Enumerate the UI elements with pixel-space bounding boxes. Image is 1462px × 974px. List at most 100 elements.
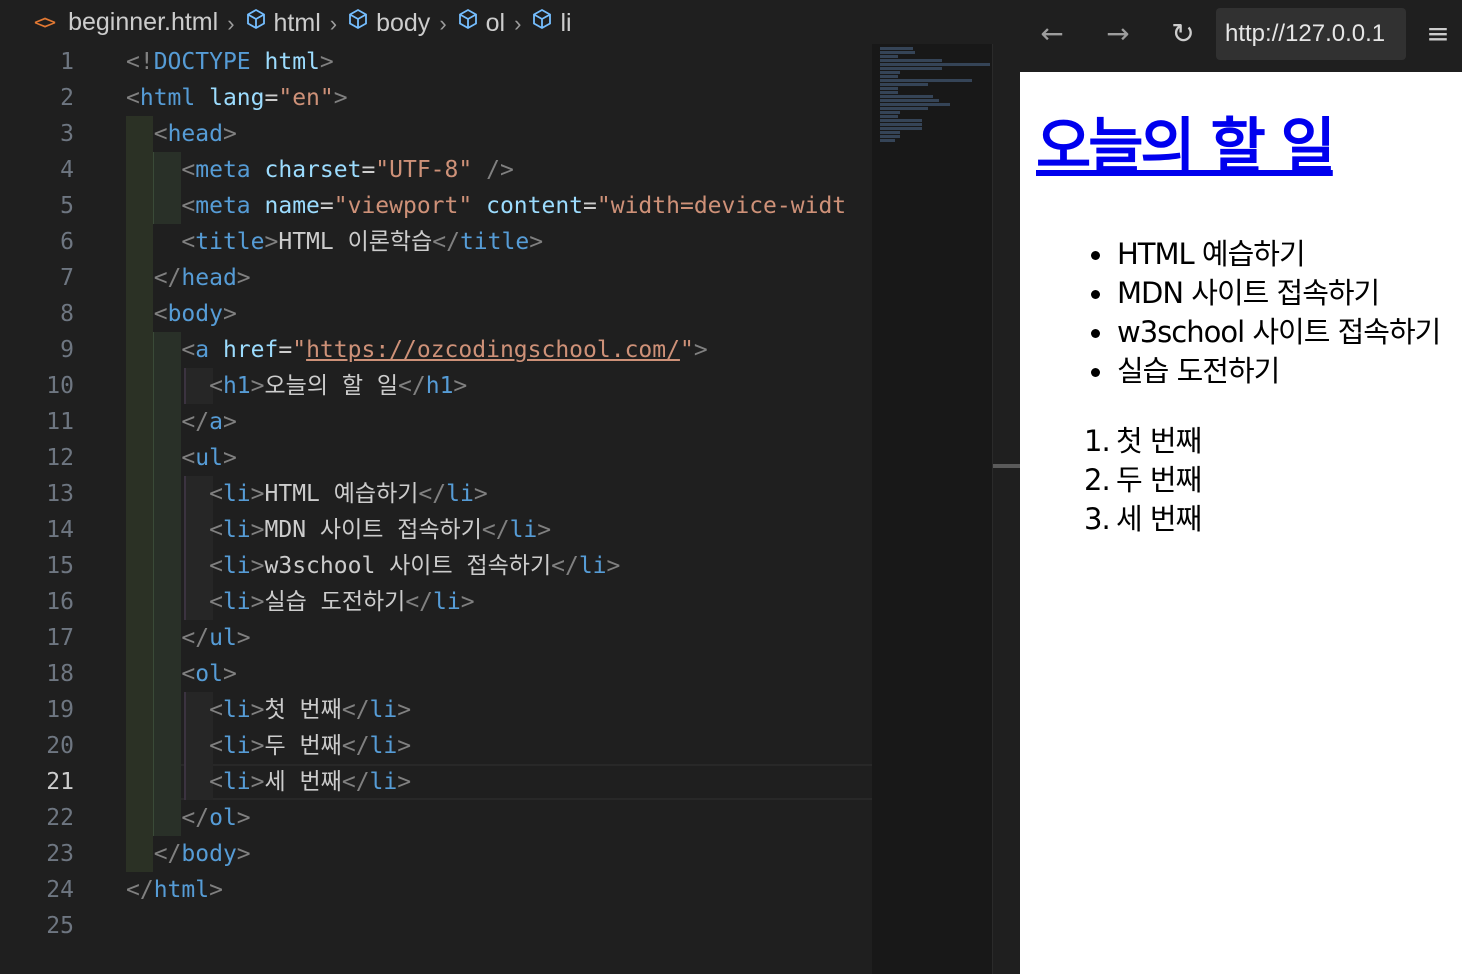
browser-preview: ← → ↻ http://127.0.0.1 ≡ 오늘의 할 일 HTML 예습…	[1020, 0, 1462, 974]
reload-icon[interactable]: ↻	[1163, 14, 1203, 54]
code-text: <title>HTML 이론학습</title>	[181, 229, 544, 255]
scrollbar-thumb[interactable]	[993, 464, 1020, 468]
line-number: 5	[60, 193, 74, 219]
minimap-line	[880, 55, 898, 58]
code-line[interactable]: 8 <body>	[0, 296, 872, 332]
symbol-element-icon	[456, 7, 480, 31]
list-item-text: 세 번째	[1116, 502, 1202, 536]
code-line[interactable]: 13 <li>HTML 예습하기</li>	[0, 476, 872, 512]
code-line[interactable]: 24 </html>	[0, 872, 872, 908]
code-text: <li>두 번째</li>	[209, 733, 412, 759]
list-item-text: 두 번째	[1116, 463, 1202, 497]
code-line[interactable]: 19 <li>첫 번째</li>	[0, 692, 872, 728]
todo-list: HTML 예습하기 MDN 사이트 접속하기 w3school 사이트 접속하기 실습…	[1090, 235, 1441, 391]
line-number: 12	[46, 445, 74, 471]
list-item: w3school 사이트 접속하기	[1090, 313, 1441, 352]
code-line[interactable]: 22 </ol>	[0, 800, 872, 836]
symbol-element-icon	[346, 7, 370, 31]
line-number: 17	[46, 625, 74, 651]
line-number: 13	[46, 481, 74, 507]
minimap-line	[880, 115, 898, 118]
line-number: 23	[46, 841, 74, 867]
minimap-line	[880, 119, 922, 122]
line-number: 9	[60, 337, 74, 363]
breadcrumb-item-li[interactable]: li	[560, 9, 571, 37]
browser-toolbar: ← → ↻ http://127.0.0.1 ≡	[1020, 0, 1462, 72]
html-file-icon: <>	[34, 10, 56, 34]
code-line[interactable]: 16 <li>실습 도전하기</li>	[0, 584, 872, 620]
code-text: <h1>오늘의 할 일</h1>	[209, 373, 468, 399]
code-line[interactable]: 10 <h1>오늘의 할 일</h1>	[0, 368, 872, 404]
code-text: <a href="https://ozcodingschool.com/">	[181, 337, 708, 363]
code-line[interactable]: 25	[0, 908, 872, 944]
breadcrumb-item-html[interactable]: html	[274, 9, 321, 37]
line-number: 14	[46, 517, 74, 543]
line-number: 15	[46, 553, 74, 579]
code-line[interactable]: 9 <a href="https://ozcodingschool.com/">	[0, 332, 872, 368]
code-line[interactable]: 11 </a>	[0, 404, 872, 440]
symbol-element-icon	[244, 7, 268, 31]
code-text: <body>	[153, 301, 237, 327]
line-number: 19	[46, 697, 74, 723]
line-number: 25	[46, 913, 74, 939]
code-text: </ol>	[181, 805, 251, 831]
forward-arrow-icon[interactable]: →	[1098, 14, 1138, 54]
code-line[interactable]: 20 <li>두 번째</li>	[0, 728, 872, 764]
list-item-text: 첫 번째	[1116, 424, 1202, 458]
ordered-list-item: 1. 첫 번째	[1084, 422, 1202, 461]
breadcrumb-item-ol[interactable]: ol	[486, 9, 505, 37]
code-area[interactable]: 1 <!DOCTYPE html> 2 <html lang="en"> 3 <head…	[0, 44, 872, 944]
code-line[interactable]: 15 <li>w3school 사이트 접속하기</li>	[0, 548, 872, 584]
minimap-line	[880, 107, 929, 110]
line-number: 22	[46, 805, 74, 831]
back-arrow-icon[interactable]: ←	[1032, 14, 1072, 54]
vertical-scrollbar[interactable]	[992, 44, 1020, 974]
code-text: <ol>	[181, 661, 237, 687]
line-number: 3	[60, 121, 74, 147]
minimap-line	[880, 59, 942, 62]
line-number: 16	[46, 589, 74, 615]
minimap-line	[880, 131, 900, 134]
code-editor[interactable]: <> beginner.html › html › body › ol › li 1 <!DOC…	[0, 0, 1020, 974]
code-line[interactable]: 3 <head>	[0, 116, 872, 152]
code-text: <html lang="en">	[126, 85, 348, 111]
list-number: 3.	[1084, 502, 1111, 536]
code-line[interactable]: 2 <html lang="en">	[0, 80, 872, 116]
line-number: 10	[46, 373, 74, 399]
heading-link[interactable]: 오늘의 할 일	[1036, 112, 1336, 182]
address-bar[interactable]: http://127.0.0.1	[1216, 8, 1406, 60]
code-line[interactable]: 12 <ul>	[0, 440, 872, 476]
breadcrumb-file[interactable]: beginner.html	[68, 8, 218, 37]
chevron-right-icon: ›	[227, 10, 235, 36]
minimap-line	[880, 91, 898, 94]
code-text: <meta charset="UTF-8" />	[181, 157, 514, 183]
line-number: 20	[46, 733, 74, 759]
breadcrumb-item-body[interactable]: body	[376, 9, 430, 37]
code-text: </head>	[153, 265, 251, 291]
ordered-list-item: 3. 세 번째	[1084, 500, 1202, 539]
code-line[interactable]: 4 <meta charset="UTF-8" />	[0, 152, 872, 188]
minimap-line	[880, 123, 922, 126]
breadcrumb: <> beginner.html › html › body › ol › li	[0, 0, 1020, 44]
list-number: 2.	[1084, 463, 1111, 497]
code-line[interactable]: 21 <li>세 번째</li>	[0, 764, 872, 800]
minimap-line	[880, 67, 942, 70]
code-line[interactable]: 5 <meta name="viewport" content="width=d…	[0, 188, 872, 224]
code-line[interactable]: 18 <ol>	[0, 656, 872, 692]
code-line[interactable]: 17 </ul>	[0, 620, 872, 656]
ordered-list: 1. 첫 번째 2. 두 번째 3. 세 번째	[1084, 422, 1202, 539]
minimap[interactable]	[872, 44, 992, 974]
code-line[interactable]: 14 <li>MDN 사이트 접속하기</li>	[0, 512, 872, 548]
code-line[interactable]: 6 <title>HTML 이론학습</title>	[0, 224, 872, 260]
line-number: 7	[60, 265, 74, 291]
code-line[interactable]: 7 </head>	[0, 260, 872, 296]
chevron-right-icon: ›	[439, 10, 447, 36]
code-text: <meta name="viewport" content="width=dev…	[181, 193, 847, 219]
list-item: 실습 도전하기	[1090, 352, 1440, 391]
code-line[interactable]: 23 </body>	[0, 836, 872, 872]
code-text: </html>	[126, 877, 223, 903]
code-line[interactable]: 1 <!DOCTYPE html>	[0, 44, 872, 80]
menu-icon[interactable]: ≡	[1418, 14, 1458, 54]
chevron-right-icon: ›	[329, 10, 338, 36]
line-number: 2	[60, 85, 74, 111]
